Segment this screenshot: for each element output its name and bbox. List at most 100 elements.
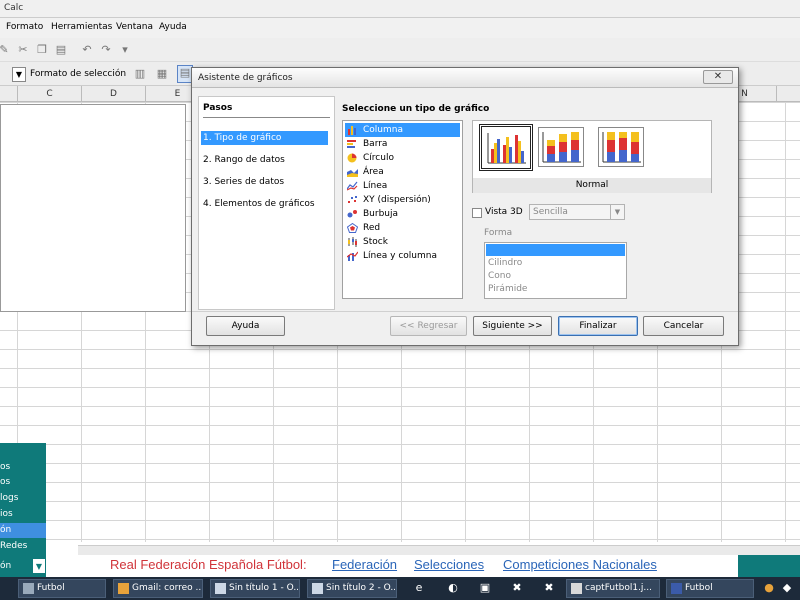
menu-ayuda[interactable]: Ayuda	[159, 22, 187, 32]
forma-list: Cilindro Cono Pirámide	[484, 242, 627, 299]
area-chart-icon	[347, 169, 358, 177]
variant-percent-stacked[interactable]	[598, 127, 644, 167]
step-data-range[interactable]: 2. Rango de datos	[201, 153, 328, 167]
footer-dropdown-icon[interactable]: ▼	[32, 558, 46, 574]
taskbar: Futbol Gmail: correo ... Sin título 1 - …	[0, 577, 800, 600]
chrome-icon	[118, 583, 129, 594]
stacked-column-icon	[542, 132, 581, 163]
corner-cell[interactable]	[0, 86, 18, 102]
close-icon[interactable]: ✕	[703, 70, 733, 84]
task-futbol-2[interactable]: Futbol	[666, 579, 754, 598]
standard-toolbar: ✎ ✂ ❐ ▤ ↶ ↷ ▾	[0, 38, 800, 62]
forma-item-box[interactable]	[486, 244, 625, 256]
chart-type-stock[interactable]: Stock	[345, 235, 460, 249]
variant-normal[interactable]	[479, 124, 533, 171]
step-data-series[interactable]: 3. Series de datos	[201, 175, 328, 189]
variant-stacked[interactable]	[538, 127, 584, 167]
chart-type-icon[interactable]: ▥	[133, 67, 147, 81]
task-sin-titulo-1[interactable]: Sin título 1 - O...	[210, 579, 300, 598]
chart-type-linea-columna[interactable]: Línea y columna	[345, 249, 460, 263]
task-futbol[interactable]: Futbol	[18, 579, 106, 598]
web-side-menu: os os logs ios ón Redes	[0, 443, 46, 556]
steps-title: Pasos	[203, 103, 233, 113]
footer-link-selecciones[interactable]: Selecciones	[414, 557, 484, 572]
side-menu-item[interactable]: os	[0, 475, 10, 490]
chart-variant-panel: Normal	[472, 120, 712, 193]
forma-item-piramide[interactable]: Pirámide	[486, 283, 625, 295]
chart-type-columna[interactable]: Columna	[345, 123, 460, 137]
pie-chart-icon	[347, 153, 357, 163]
forma-item-cono[interactable]: Cono	[486, 270, 625, 282]
chart-type-linea[interactable]: Línea	[345, 179, 460, 193]
step-chart-elements[interactable]: 4. Elementos de gráficos	[201, 197, 328, 211]
media-icon[interactable]: ◐	[446, 581, 460, 595]
line-chart-icon	[347, 181, 358, 191]
ie-icon[interactable]: e	[412, 581, 426, 595]
column-d-header[interactable]: D	[82, 86, 146, 102]
menu-bar: Formato Herramientas Ventana Ayuda	[0, 18, 800, 38]
document-icon	[215, 583, 226, 594]
column-line-chart-icon	[347, 251, 358, 261]
dialog-title: Asistente de gráficos	[198, 73, 293, 83]
bubble-chart-icon	[347, 210, 357, 218]
horizontal-scrollbar[interactable]	[78, 545, 800, 555]
app-icon[interactable]: ✖	[542, 581, 556, 595]
cut-icon[interactable]: ✂	[16, 43, 30, 57]
folder-icon[interactable]: ▣	[478, 581, 492, 595]
task-sin-titulo-2[interactable]: Sin título 2 - O...	[307, 579, 397, 598]
chart-type-barra[interactable]: Barra	[345, 137, 460, 151]
chevron-down-icon: ▼	[610, 205, 624, 219]
tray-app-icon[interactable]: ●	[762, 581, 776, 595]
side-menu-item-active[interactable]: ón	[0, 523, 46, 538]
tray-app-icon[interactable]: ◆	[780, 581, 794, 595]
cancel-button[interactable]: Cancelar	[643, 316, 724, 336]
style-select[interactable]: Sencilla ▼	[529, 204, 625, 220]
chart-type-red[interactable]: Red	[345, 221, 460, 235]
redo-icon[interactable]: ↷	[99, 43, 113, 57]
normal-column-icon	[487, 133, 526, 164]
paste-icon[interactable]: ✎	[0, 43, 11, 57]
next-button[interactable]: Siguiente >>	[473, 316, 552, 336]
vista-3d-checkbox[interactable]	[472, 208, 482, 218]
steps-panel: Pasos 1. Tipo de gráfico 2. Rango de dat…	[198, 96, 335, 310]
style-select-value: Sencilla	[533, 207, 568, 217]
task-captfutbol[interactable]: captFutbol1.j...	[566, 579, 660, 598]
forma-item-cilindro[interactable]: Cilindro	[486, 257, 625, 269]
task-gmail[interactable]: Gmail: correo ...	[113, 579, 203, 598]
step-chart-type[interactable]: 1. Tipo de gráfico	[201, 131, 328, 145]
finish-button[interactable]: Finalizar	[558, 316, 638, 336]
vista-3d-label[interactable]: Vista 3D	[485, 207, 523, 217]
chart-placeholder[interactable]	[0, 104, 186, 312]
data-range-icon[interactable]: ▦	[155, 67, 169, 81]
chart-wizard-dialog: Asistente de gráficos ✕ Pasos 1. Tipo de…	[191, 67, 739, 346]
menu-herramientas[interactable]: Herramientas	[51, 22, 112, 32]
clipboard-icon[interactable]: ▤	[54, 43, 68, 57]
side-menu-item[interactable]: ios	[0, 507, 13, 522]
column-c-header[interactable]: C	[18, 86, 82, 102]
select-chart-type-title: Seleccione un tipo de gráfico	[342, 104, 490, 114]
chart-type-area[interactable]: Área	[345, 165, 460, 179]
steps-divider	[203, 117, 330, 118]
back-button[interactable]: << Regresar	[390, 316, 467, 336]
copy-icon[interactable]: ❐	[35, 43, 49, 57]
app-icon[interactable]: ✖	[510, 581, 524, 595]
menu-ventana[interactable]: Ventana	[116, 22, 153, 32]
dialog-button-divider	[192, 311, 738, 312]
selection-dropdown-icon[interactable]: ▼	[12, 67, 26, 82]
side-menu-item[interactable]: Redes	[0, 539, 27, 554]
side-menu-item[interactable]: os	[0, 460, 10, 475]
footer-link-competiciones[interactable]: Competiciones Nacionales	[503, 557, 657, 572]
chart-type-xy[interactable]: XY (dispersión)	[345, 193, 460, 207]
side-menu-item[interactable]: logs	[0, 491, 18, 506]
chart-type-circulo[interactable]: Círculo	[345, 151, 460, 165]
undo-icon[interactable]: ↶	[80, 43, 94, 57]
footer-link-federacion[interactable]: Federación	[332, 557, 397, 572]
column-chart-icon	[348, 126, 356, 135]
dropdown-arrow-icon[interactable]: ▾	[118, 43, 132, 57]
dialog-titlebar[interactable]: Asistente de gráficos ✕	[192, 68, 738, 88]
selection-format-label[interactable]: Formato de selección	[30, 69, 126, 79]
help-button[interactable]: Ayuda	[206, 316, 285, 336]
forma-label: Forma	[484, 228, 513, 238]
menu-formato[interactable]: Formato	[6, 22, 43, 32]
chart-type-burbuja[interactable]: Burbuja	[345, 207, 460, 221]
